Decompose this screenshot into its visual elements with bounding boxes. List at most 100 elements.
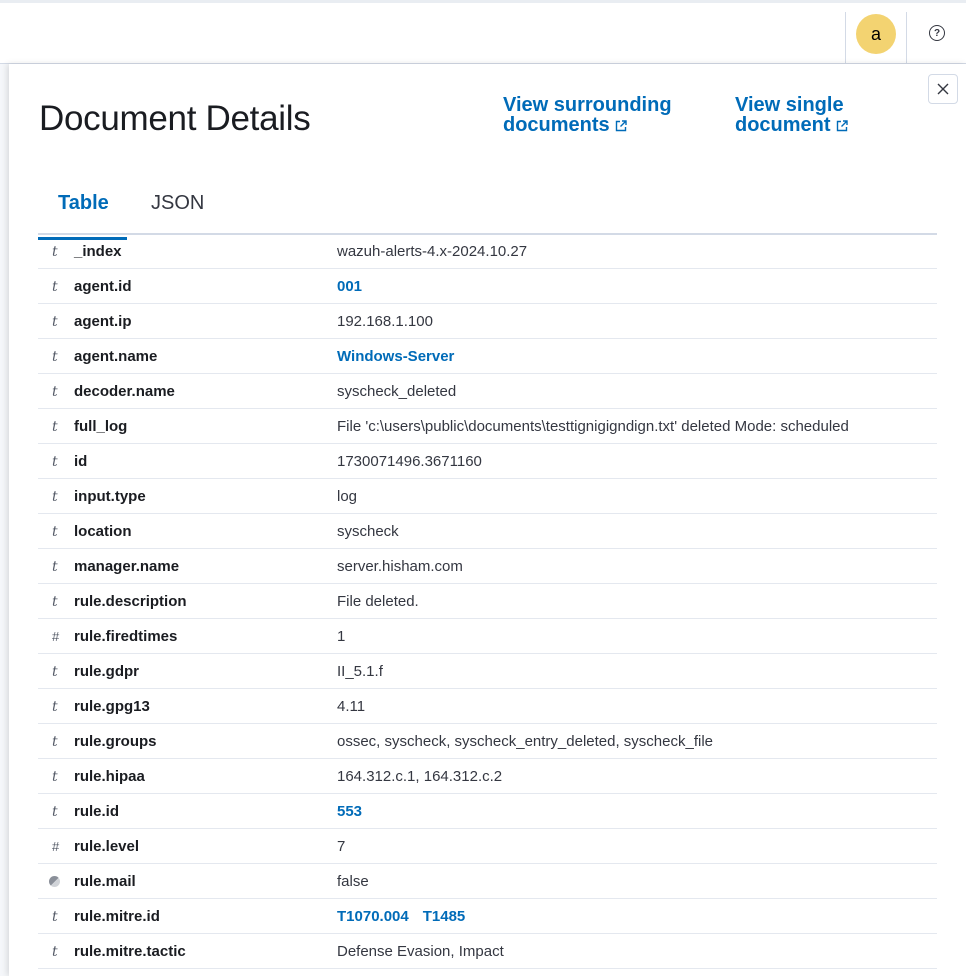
field-value-text: syscheck <box>337 523 399 540</box>
close-icon <box>937 83 949 95</box>
field-value: syscheck <box>337 523 399 540</box>
field-value-text: 1730071496.3671160 <box>337 453 482 470</box>
table-row[interactable]: t manager.name server.hisham.com <box>38 549 937 584</box>
link-label-line2: documents <box>503 114 610 136</box>
user-menu[interactable]: a <box>845 12 907 64</box>
table-row[interactable]: t rule.description File deleted. <box>38 584 937 619</box>
table-row[interactable]: t id 1730071496.3671160 <box>38 444 937 479</box>
field-value-text: II_5.1.f <box>337 663 383 680</box>
header-strip <box>0 0 966 3</box>
string-type-icon: t <box>52 699 58 715</box>
field-name: rule.mitre.id <box>74 908 160 925</box>
table-row[interactable]: t rule.groups ossec, syscheck, syscheck_en… <box>38 724 937 759</box>
close-button[interactable] <box>928 74 958 104</box>
string-type-icon: t <box>52 244 58 260</box>
string-type-icon: t <box>52 734 58 750</box>
field-value: server.hisham.com <box>337 558 463 575</box>
tab-json[interactable]: JSON <box>151 192 204 229</box>
string-type-icon: t <box>52 384 58 400</box>
table-row[interactable]: t rule.gpg13 4.11 <box>38 689 937 724</box>
field-name: rule.groups <box>74 733 157 750</box>
field-name: decoder.name <box>74 383 175 400</box>
table-row[interactable]: rule.mail false <box>38 864 937 899</box>
string-type-icon: t <box>52 769 58 785</box>
field-value[interactable]: 001 <box>337 278 362 295</box>
string-type-icon: t <box>52 944 58 960</box>
field-value: 1 <box>337 628 345 645</box>
field-name: agent.id <box>74 278 132 295</box>
field-name: rule.gpg13 <box>74 698 150 715</box>
string-type-icon: t <box>52 594 58 610</box>
field-value[interactable]: T1070.004 T1485 <box>337 908 465 925</box>
table-row[interactable]: t location syscheck <box>38 514 937 549</box>
field-value[interactable]: 553 <box>337 803 362 820</box>
table-row[interactable]: t agent.ip 192.168.1.100 <box>38 304 937 339</box>
table-row[interactable]: # rule.level 7 <box>38 829 937 864</box>
top-header: a ? <box>0 0 966 64</box>
table-row[interactable]: t decoder.name syscheck_deleted <box>38 374 937 409</box>
field-name: input.type <box>74 488 146 505</box>
table-row[interactable]: t rule.id 553 <box>38 794 937 829</box>
link-label-line1: View single <box>735 94 844 116</box>
detail-tabs: Table JSON <box>38 182 937 240</box>
field-name: rule.mitre.tactic <box>74 943 186 960</box>
field-value-text: ossec, syscheck, syscheck_entry_deleted,… <box>337 733 714 750</box>
field-value: false <box>337 873 369 890</box>
table-row[interactable]: t _index wazuh-alerts-4.x-2024.10.27 <box>38 234 937 269</box>
field-value: II_5.1.f <box>337 663 383 680</box>
boolean-type-icon <box>49 876 60 887</box>
field-value-text[interactable]: T1070.004 <box>337 908 409 925</box>
page-title: Document Details <box>39 99 311 138</box>
field-value: 7 <box>337 838 345 855</box>
field-value: wazuh-alerts-4.x-2024.10.27 <box>337 243 527 260</box>
string-type-icon: t <box>52 454 58 470</box>
field-value-text[interactable]: 001 <box>337 278 362 295</box>
external-link-icon <box>836 120 848 132</box>
field-value-text[interactable]: T1485 <box>423 908 466 925</box>
field-name: rule.firedtimes <box>74 628 178 645</box>
field-value-text: File deleted. <box>337 593 419 610</box>
field-name: rule.mail <box>74 873 136 890</box>
table-row[interactable]: t rule.mitre.tactic Defense Evasion, Impac… <box>38 934 937 969</box>
field-value: File deleted. <box>337 593 419 610</box>
string-type-icon: t <box>52 804 58 820</box>
field-value-text: Defense Evasion, Impact <box>337 943 504 960</box>
field-name: agent.name <box>74 348 158 365</box>
field-value: 164.312.c.1, 164.312.c.2 <box>337 768 502 785</box>
view-surrounding-documents-link[interactable]: View surrounding documents <box>503 95 703 135</box>
string-type-icon: t <box>52 349 58 365</box>
field-name: rule.level <box>74 838 140 855</box>
table-row[interactable]: t rule.gdpr II_5.1.f <box>38 654 937 689</box>
link-label-line2: document <box>735 114 831 136</box>
tab-table[interactable]: Table <box>38 192 127 240</box>
table-row[interactable]: t input.type log <box>38 479 937 514</box>
field-name: rule.id <box>74 803 120 820</box>
field-value[interactable]: Windows-Server <box>337 348 454 365</box>
field-value: 4.11 <box>337 698 365 715</box>
field-value-text: server.hisham.com <box>337 558 463 575</box>
table-row[interactable]: t rule.hipaa 164.312.c.1, 164.312.c.2 <box>38 759 937 794</box>
field-value: 192.168.1.100 <box>337 313 433 330</box>
field-name: location <box>74 523 132 540</box>
view-single-document-link[interactable]: View single document <box>735 95 895 135</box>
field-name: agent.ip <box>74 313 132 330</box>
field-value-text[interactable]: Windows-Server <box>337 348 454 365</box>
help-icon[interactable]: ? <box>929 25 945 41</box>
avatar[interactable]: a <box>856 14 896 54</box>
field-value-text: log <box>337 488 358 505</box>
field-value: File 'c:\users\public\documents\testtign… <box>337 418 849 435</box>
field-value-text: 164.312.c.1, 164.312.c.2 <box>337 768 503 785</box>
field-name: id <box>74 453 88 470</box>
document-details-flyout: Document Details View surrounding docume… <box>9 64 966 976</box>
field-name: rule.gdpr <box>74 663 140 680</box>
field-value-text: 1 <box>337 628 346 645</box>
field-value-text[interactable]: 553 <box>337 803 362 820</box>
string-type-icon: t <box>52 524 58 540</box>
field-value: ossec, syscheck, syscheck_entry_deleted,… <box>337 733 713 750</box>
table-row[interactable]: t agent.name Windows-Server <box>38 339 937 374</box>
table-row[interactable]: t agent.id 001 <box>38 269 937 304</box>
field-value-text: 4.11 <box>337 698 366 715</box>
table-row[interactable]: t full_log File 'c:\users\public\documents… <box>38 409 937 444</box>
table-row[interactable]: t rule.mitre.id T1070.004 T1485 <box>38 899 937 934</box>
table-row[interactable]: # rule.firedtimes 1 <box>38 619 937 654</box>
